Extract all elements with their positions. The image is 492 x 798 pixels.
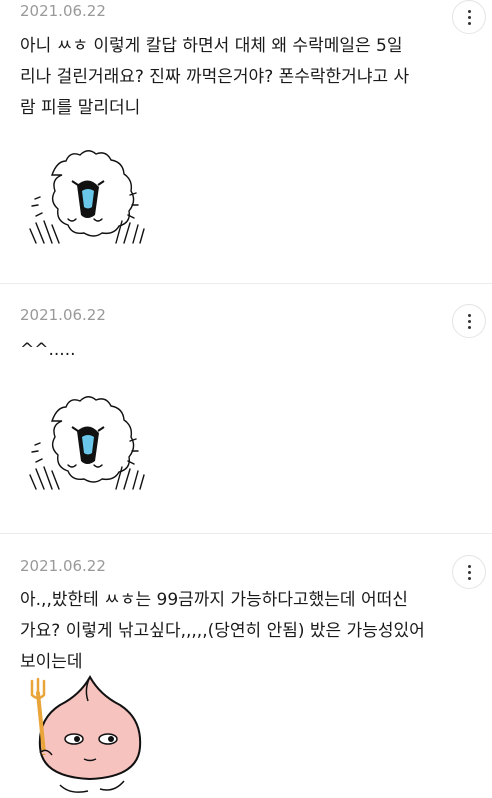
more-vertical-icon (467, 313, 471, 329)
comment-date: 2021.06.22 (20, 557, 106, 575)
comment-text: 아.,,밨한테 ㅆㅎ는 99금까지 가능하다고했는데 어떠신 가요? 이렇게 낚… (20, 590, 425, 672)
more-options-button[interactable] (452, 0, 486, 34)
more-options-button[interactable] (452, 555, 486, 589)
comment-item: 2021.06.22 아니 ㅆㅎ 이렇게 칼답 하면서 대체 왜 수락메일은 5… (0, 0, 492, 283)
more-options-button[interactable] (452, 304, 486, 338)
more-vertical-icon (467, 9, 471, 25)
comment-text: 아니 ㅆㅎ 이렇게 칼답 하면서 대체 왜 수락메일은 5일 리나 걸린거래요?… (20, 36, 410, 118)
comment-date: 2021.06.22 (20, 306, 106, 324)
comment-date: 2021.06.22 (20, 2, 106, 20)
comment-item: 2021.06.22 아.,,밨한테 ㅆㅎ는 99금까지 가능하다고했는데 어떠… (0, 533, 492, 798)
comment-text: ^^..... (20, 340, 76, 360)
crying-fluffy-dog-sticker (29, 150, 145, 244)
more-vertical-icon (467, 564, 471, 580)
comment-item: 2021.06.22 ^^..... (0, 283, 492, 533)
crying-fluffy-dog-sticker (29, 396, 145, 490)
peach-with-fork-sticker (30, 674, 142, 793)
